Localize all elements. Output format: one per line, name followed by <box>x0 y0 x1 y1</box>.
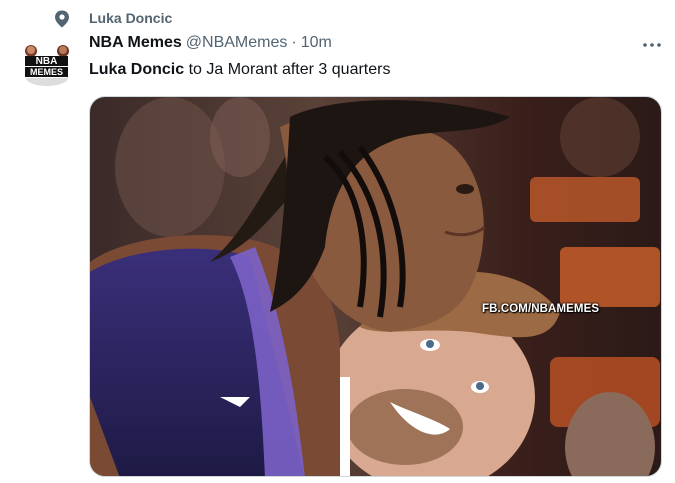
social-context-label: Luka Doncic <box>89 10 173 26</box>
nba-memes-logo: NBA MEMES <box>24 44 69 86</box>
user-handle[interactable]: @NBAMemes <box>186 34 288 52</box>
display-name[interactable]: NBA Memes <box>89 34 182 52</box>
watermark-text: FB.COM/NBAMEMES <box>482 303 600 315</box>
separator-dot: · <box>291 34 297 51</box>
logo-text-top: NBA <box>36 56 58 67</box>
more-options-button[interactable] <box>640 34 664 56</box>
tweet-header: NBA Memes @NBAMemes · 10m <box>89 34 332 56</box>
logo-text-bottom: MEMES <box>30 67 63 77</box>
tweet-text-body: to Ja Morant after 3 quarters <box>184 61 391 78</box>
meme-photo <box>90 97 661 476</box>
tweet-image[interactable]: FB.COM/NBAMEMES <box>89 96 662 477</box>
avatar[interactable]: NBA MEMES <box>22 42 71 86</box>
pin-icon <box>55 10 69 28</box>
tweet-text-mention: Luka Doncic <box>89 61 185 78</box>
tweet-text: Luka Doncic to Ja Morant after 3 quarter… <box>89 60 390 80</box>
timestamp[interactable]: 10m <box>301 34 332 52</box>
more-horizontal-icon <box>643 43 661 47</box>
